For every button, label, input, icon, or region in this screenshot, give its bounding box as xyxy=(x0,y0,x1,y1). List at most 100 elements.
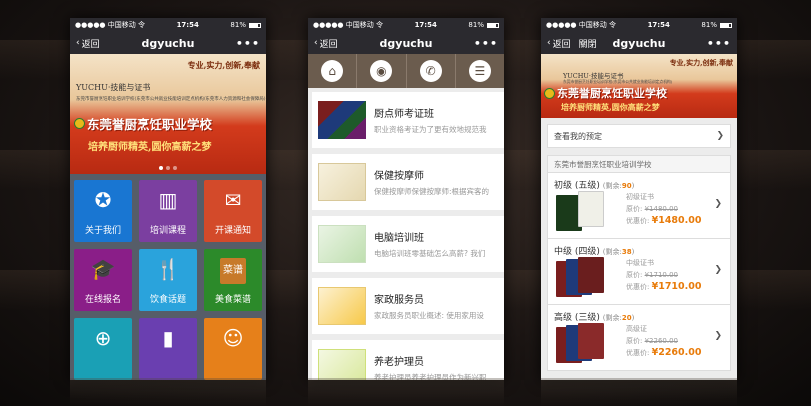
tile-label: 饮食话题 xyxy=(149,295,186,305)
banner-brand-sub: 东莞市誉厨烹饪职业培训学校(东莞市公共就业技能培训定点机构/东莞市人力资源和社会… xyxy=(76,97,266,102)
nav-bar: ‹ 返回 dgyuchu ••• xyxy=(308,32,504,54)
item-title: 保健按摩师 xyxy=(374,171,424,182)
banner-slogan: 专业,实力,创新,奉献 xyxy=(187,60,260,70)
cert-name: 高级证 xyxy=(626,325,647,333)
discount-price: ¥2260.00 xyxy=(651,347,702,358)
course-row-senior[interactable]: 高级 (三级) (剩余:20) 高级证 原价: ¥2260.00 优惠价: ¥2… xyxy=(547,305,731,371)
close-button[interactable]: 關閉 xyxy=(579,37,597,50)
phone-booking: ●●●●● 中国移动 令 17:54 81% ‹ 返回 關閉 dgyuchu ••… xyxy=(541,18,737,380)
tile-add[interactable]: ⊕ xyxy=(74,318,132,380)
banner-school-text: 东莞誉厨烹饪职业学校 xyxy=(87,117,213,132)
tile-label: 开课通知 xyxy=(214,226,251,236)
back-button[interactable]: ‹ 返回 xyxy=(76,37,100,50)
booking-body: 查看我的预定 ❯ 东莞市誉厨烹饪职业培训学校 初级 (五级) (剩余:90) 初… xyxy=(541,118,737,380)
carrier-label: ●●●●● 中国移动 令 xyxy=(313,21,383,29)
original-price: ¥1480.00 xyxy=(644,205,678,213)
list-item[interactable]: 家政服务员家政服务员职业概述: 使用家用设 xyxy=(312,278,504,334)
banner-school-name: 东莞誉厨烹饪职业学校 xyxy=(74,114,212,133)
tile-online-registration[interactable]: 🎓 在线报名 xyxy=(74,249,132,311)
back-button[interactable]: ‹ 返回 xyxy=(314,37,338,50)
cert-name: 初级证书 xyxy=(626,193,654,201)
item-description: 家政服务员职业概述: 使用家用设 xyxy=(374,311,484,320)
promo-banner: 专业,实力,创新,奉献 YUCHU·技能与证书 东莞市誉厨烹饪职业培训学校(东莞… xyxy=(541,54,737,118)
graduation-cap-icon: 🎓 xyxy=(90,257,116,281)
battery-percent: 81% xyxy=(230,21,246,29)
phone-icon: ✆ xyxy=(419,60,442,82)
clock: 17:54 xyxy=(414,21,437,29)
group-icon: ☺ xyxy=(222,326,244,350)
course-info: 初级证书 原价: ¥1480.00 优惠价: ¥1480.00 xyxy=(626,193,702,226)
list-item[interactable]: 厨点师考证班 职业资格考证为了更有效地规范我 xyxy=(312,92,504,148)
clock: 17:54 xyxy=(647,21,670,29)
phone-reflection xyxy=(541,378,737,406)
remaining-count: 38 xyxy=(621,248,632,256)
tile-about-us[interactable]: ✪ 关于我们 xyxy=(74,180,132,242)
certificate-image xyxy=(556,323,614,365)
course-row-intermediate[interactable]: 中级 (四级) (剩余:38) 中级证书 原价: ¥1710.00 优惠价: ¥… xyxy=(547,239,731,305)
status-bar: ●●●●● 中国移动 令 17:54 81% xyxy=(541,18,737,32)
nav-bar: ‹ 返回 dgyuchu ••• xyxy=(70,32,266,54)
item-description: 电脑培训班零基础怎么高薪? 我们 xyxy=(374,249,486,258)
call-button[interactable]: ✆ xyxy=(407,54,456,88)
original-price: ¥2260.00 xyxy=(644,337,678,345)
tile-label: 培训课程 xyxy=(149,226,186,236)
tile-book[interactable]: ▮ xyxy=(139,318,197,380)
back-button[interactable]: ‹ 返回 xyxy=(547,37,571,50)
list-icon: ☰ xyxy=(468,60,491,82)
back-label: 返回 xyxy=(81,39,100,50)
discount-price: ¥1710.00 xyxy=(651,281,702,292)
discount-price: ¥1480.00 xyxy=(651,215,702,226)
nav-bar: ‹ 返回 關閉 dgyuchu ••• xyxy=(541,32,737,54)
item-title: 养老护理员 xyxy=(374,357,424,368)
battery-percent: 81% xyxy=(468,21,484,29)
clock: 17:54 xyxy=(176,21,199,29)
my-reservations-label: 查看我的预定 xyxy=(554,131,602,141)
tile-training-courses[interactable]: ▥ 培训课程 xyxy=(139,180,197,242)
massage-image xyxy=(318,163,366,201)
course-row-junior[interactable]: 初级 (五级) (剩余:90) 初级证书 原价: ¥1480.00 优惠价: ¥… xyxy=(547,173,731,239)
item-description: 职业资格考证为了更有效地规范我 xyxy=(374,125,487,134)
tile-food-topics[interactable]: 🍴 饮食话题 xyxy=(139,249,197,311)
more-menu-button[interactable]: ••• xyxy=(707,37,731,50)
cert-name: 中级证书 xyxy=(626,259,654,267)
chevron-left-icon: ‹ xyxy=(314,38,318,48)
back-label: 返回 xyxy=(552,39,571,50)
home-icon: ⌂ xyxy=(321,60,344,82)
scroll-icon: ✉ xyxy=(224,188,242,212)
tile-group[interactable]: ☺ xyxy=(204,318,262,380)
item-title: 家政服务员 xyxy=(374,295,424,306)
course-level: 中级 (四级) (剩余:38) xyxy=(554,247,635,257)
tile-label: 在线报名 xyxy=(84,295,121,305)
more-menu-button[interactable]: ••• xyxy=(474,37,498,50)
tile-recipes[interactable]: 菜谱 美食菜谱 xyxy=(204,249,262,311)
list-item[interactable]: 养老护理员 养老护理员养老护理员作为新兴职 xyxy=(312,340,504,380)
certificate-books-image xyxy=(318,101,366,139)
plus-icon: ⊕ xyxy=(94,326,112,350)
chevron-right-icon: ❯ xyxy=(714,265,722,275)
phone-reflection xyxy=(70,378,266,406)
location-button[interactable]: ◉ xyxy=(357,54,407,88)
phone-reflection xyxy=(308,378,504,406)
my-reservations-button[interactable]: 查看我的预定 ❯ xyxy=(547,124,731,148)
carrier-label: ●●●●● 中国移动 令 xyxy=(546,21,616,29)
home-button[interactable]: ⌂ xyxy=(308,54,358,88)
phone-course-list: ●●●●● 中国移动 令 17:54 81% ‹ 返回 dgyuchu ••• ⌂… xyxy=(308,18,504,380)
list-item[interactable]: 电脑培训班 电脑培训班零基础怎么高薪? 我们 xyxy=(312,216,504,272)
list-item[interactable]: 保健按摩师 保健按摩师保健按摩师:根据宾客的 xyxy=(312,154,504,210)
tile-course-notice[interactable]: ✉ 开课通知 xyxy=(204,180,262,242)
quick-action-bar: ⌂ ◉ ✆ ☰ xyxy=(308,54,504,88)
carrier-label: ●●●●● 中国移动 令 xyxy=(75,21,145,29)
certificate-image xyxy=(556,257,614,299)
chevron-right-icon: ❯ xyxy=(714,199,722,209)
banner-school-text: 东莞誉厨烹饪职业学校 xyxy=(557,87,667,100)
school-logo-icon xyxy=(74,118,85,129)
emblem-icon: ✪ xyxy=(94,188,112,212)
back-label: 返回 xyxy=(319,39,338,50)
menu-list-button[interactable]: ☰ xyxy=(456,54,504,88)
more-menu-button[interactable]: ••• xyxy=(236,37,260,50)
carousel-dots[interactable] xyxy=(70,166,266,170)
course-list: 厨点师考证班 职业资格考证为了更有效地规范我 保健按摩师 保健按摩师保健按摩师:根据… xyxy=(308,88,504,380)
section-header: 东莞市誉厨烹饪职业培训学校 xyxy=(547,155,731,173)
promo-banner[interactable]: 专业,实力,创新,奉献 YUCHU·技能与证书 东莞市誉厨烹饪职业培训学校(东莞… xyxy=(70,54,266,174)
school-logo-icon xyxy=(544,87,555,99)
